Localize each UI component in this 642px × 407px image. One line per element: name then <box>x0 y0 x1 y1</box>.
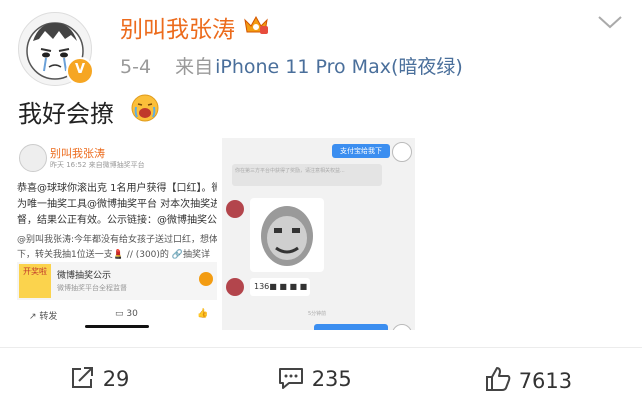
repost-count: 29 <box>102 367 130 391</box>
chat-bubble-top: 支付宝给我下 <box>332 144 390 158</box>
chat-time-label: 5分钟前 <box>308 311 327 317</box>
like-button[interactable]: 7613 <box>484 366 572 393</box>
source-device-link[interactable]: iPhone 11 Pro Max(暗夜绿) <box>215 56 463 78</box>
embedded-time: 昨天 16:52 来自微博抽奖平台 <box>50 161 145 169</box>
like-count: 7613 <box>518 369 573 393</box>
embedded-image-lottery[interactable]: 别叫我张涛 昨天 16:52 来自微博抽奖平台 恭喜@球球你滚出克 1名用户获得… <box>17 137 217 330</box>
embedded-line-4: @别叫我张涛:今年都没有给女孩子送过口红，想体 <box>17 235 217 245</box>
chat-sticker-image <box>250 198 324 272</box>
chat-notice: 你在第三方平台中获得了奖励，请注意相关权益... <box>232 164 382 186</box>
crying-face-emoji-icon <box>131 94 159 122</box>
repost-icon <box>72 367 93 388</box>
blurred-face-sticker-icon <box>261 206 313 266</box>
embedded-card-icon: 开奖啦 <box>19 264 51 298</box>
comment-icon <box>279 368 303 389</box>
chat-self-avatar-2 <box>392 324 412 330</box>
chat-other-avatar-2 <box>226 278 244 296</box>
comment-count: 235 <box>311 367 352 391</box>
embedded-card-title: 微博抽奖公示 <box>57 271 112 281</box>
chat-bubble-bottom <box>314 324 388 330</box>
embedded-image-chat[interactable]: 支付宝给我下 你在第三方平台中获得了奖励，请注意相关权益... 136■ ■ ■… <box>222 138 415 330</box>
embedded-line-5: 下，转关我抽1位送一支💄 // (300)的 🔗抽奖详 <box>17 250 210 260</box>
embedded-avatar <box>19 144 47 172</box>
embedded-line-2: 为唯一抽奖工具@微博抽奖平台 对本次抽奖进行 <box>17 199 217 210</box>
chat-number-msg: 136■ ■ ■ ■ <box>250 278 310 296</box>
embedded-username: 别叫我张涛 <box>50 147 105 160</box>
post-meta: 5-4 来自 iPhone 11 Pro Max(暗夜绿) <box>120 52 463 79</box>
thumbs-up-icon <box>486 367 511 391</box>
embedded-like-icon: 👍 <box>197 309 209 319</box>
post-text: 我好会撩 <box>18 100 114 128</box>
vip-crown-icon[interactable] <box>243 14 269 36</box>
embedded-comment: ▭ 30 <box>115 309 138 319</box>
post-date: 5-4 <box>120 56 152 78</box>
embedded-card-logo-icon <box>199 272 213 286</box>
source-prefix: 来自 <box>175 56 214 78</box>
repost-button[interactable]: 29 <box>70 366 129 391</box>
verified-badge-icon: V <box>66 57 94 85</box>
embedded-home-indicator <box>85 325 149 328</box>
embedded-line-1: 恭喜@球球你滚出克 1名用户获得【口红】。微 <box>17 183 217 194</box>
chevron-down-icon[interactable] <box>596 14 624 30</box>
comment-button[interactable]: 235 <box>277 366 352 391</box>
chat-other-avatar <box>226 200 244 218</box>
divider <box>0 347 642 348</box>
embedded-card-sub: 微博抽奖平台全程监督 <box>57 284 127 292</box>
chat-self-avatar <box>392 142 412 162</box>
embedded-line-3: 督，结果公正有效。公示链接：@微博抽奖公示 <box>17 215 217 226</box>
embedded-repost: ↗ 转发 <box>29 312 58 322</box>
post-username[interactable]: 别叫我张涛 <box>120 10 235 44</box>
